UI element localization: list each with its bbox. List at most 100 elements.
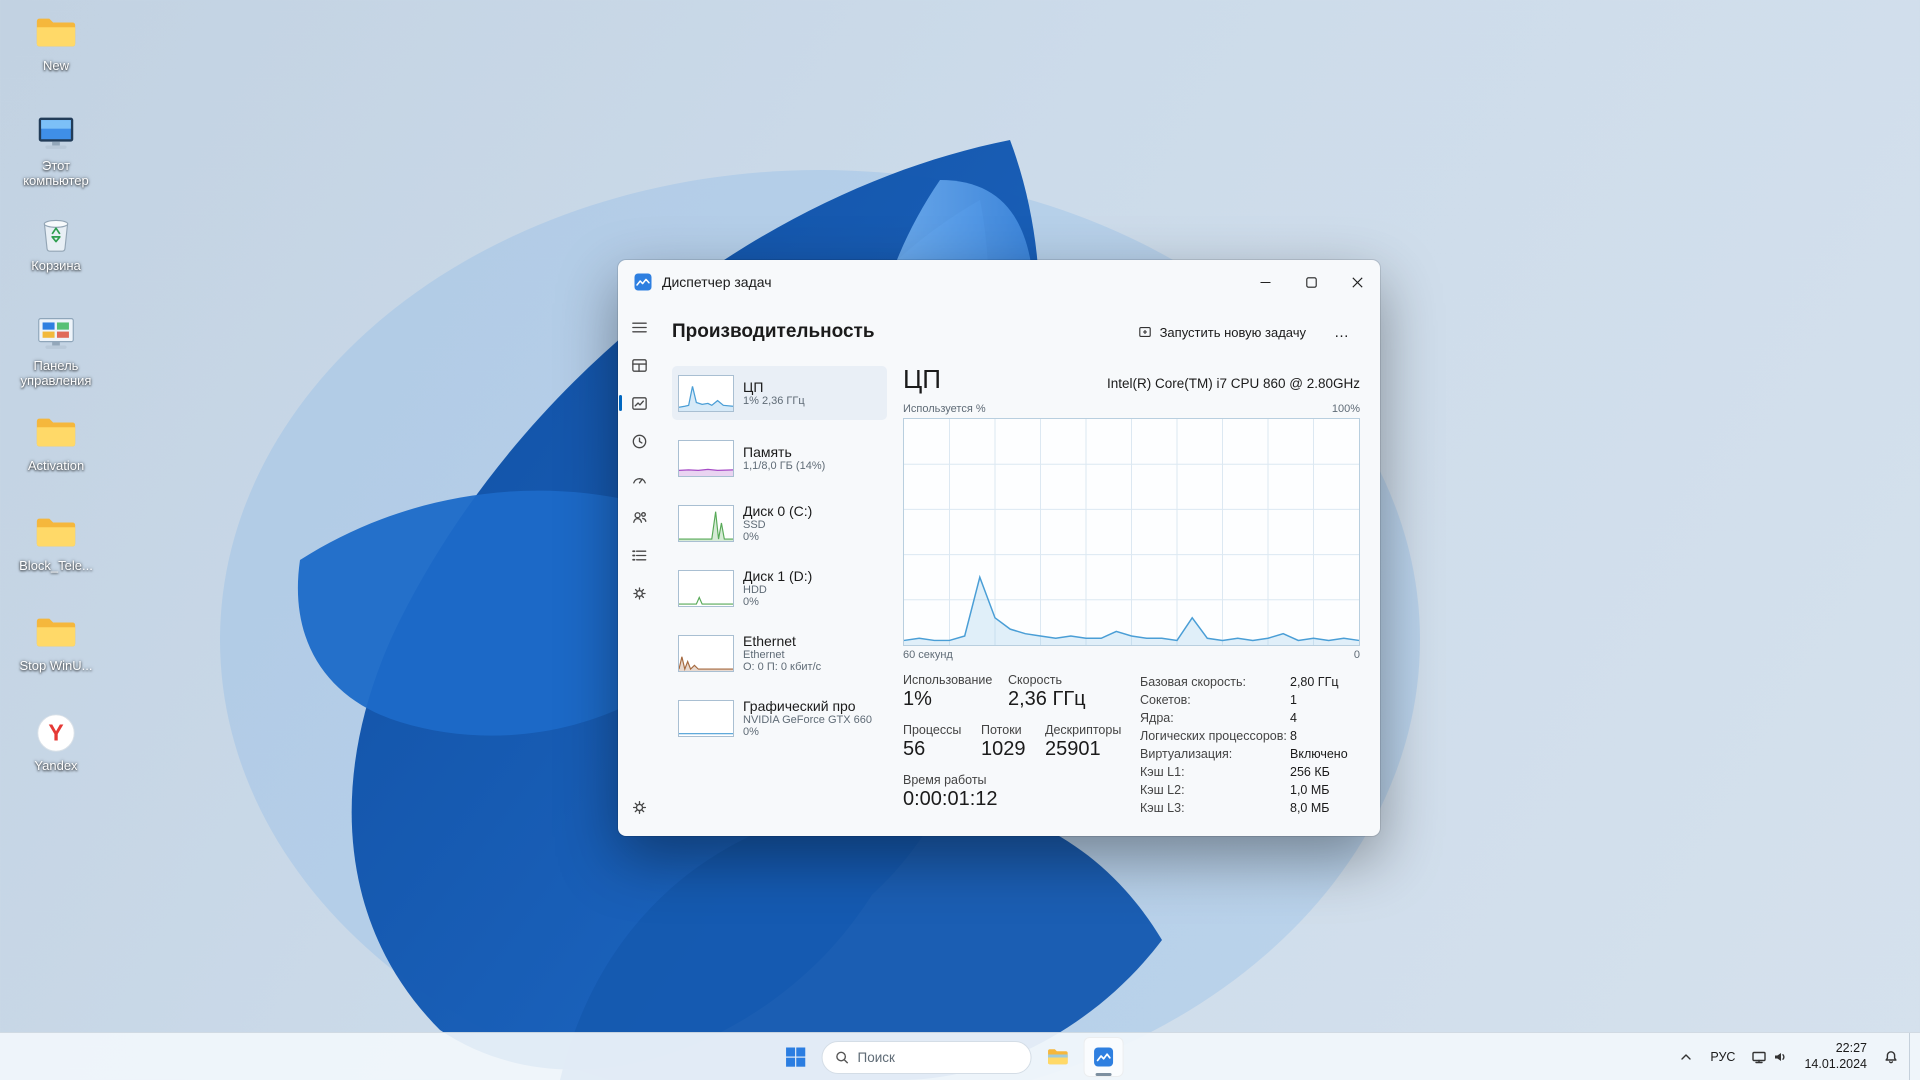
desktop-icon-this-pc[interactable]: Этот компьютер	[8, 110, 104, 196]
perf-item-disk0[interactable]: Диск 0 (C:) SSD 0%	[672, 496, 887, 550]
task-manager-icon	[1092, 1045, 1116, 1069]
maximize-icon	[1306, 277, 1317, 288]
chart-x-left-label: 60 секунд	[903, 649, 953, 661]
perf-item-cpu[interactable]: ЦП 1% 2,36 ГГц	[672, 366, 887, 420]
taskbar: РУС 22:27 14.01.2024	[0, 1032, 1920, 1080]
file-explorer-icon	[1046, 1045, 1070, 1069]
nav-performance[interactable]	[623, 387, 655, 419]
notification-center-button[interactable]	[1877, 1039, 1905, 1075]
chart-x-right-label: 0	[1354, 649, 1360, 661]
perf-item-sub: 1,1/8,0 ГБ (14%)	[743, 460, 825, 472]
desktop-icon-control-panel[interactable]: Панель управления	[8, 310, 104, 396]
close-button[interactable]	[1334, 260, 1380, 304]
perf-item-gpu[interactable]: Графический про NVIDIA GeForce GTX 660 0…	[672, 691, 887, 745]
network-volume-button[interactable]	[1745, 1039, 1794, 1075]
perf-item-sub2: О: 0 П: 0 кбит/с	[743, 661, 821, 673]
perf-item-name: Диск 1 (D:)	[743, 568, 812, 584]
detail-row: Кэш L3:8,0 МБ	[1140, 799, 1360, 817]
recycle-bin-icon	[33, 210, 79, 256]
search-icon	[835, 1050, 850, 1065]
nav-menu-button[interactable]	[623, 311, 655, 343]
tray-overflow-button[interactable]	[1672, 1039, 1700, 1075]
svg-text:Y: Y	[48, 720, 63, 746]
header-actions: Запустить новую задачу …	[1127, 318, 1360, 346]
performance-list: ЦП 1% 2,36 ГГц Память	[672, 360, 887, 836]
folder-icon	[33, 610, 79, 656]
nav-services[interactable]	[623, 577, 655, 609]
nav-startup-apps[interactable]	[623, 463, 655, 495]
desktop-icon-label: Block_Tele...	[19, 559, 93, 574]
content-area: Производительность Запустить новую задач…	[660, 304, 1380, 836]
desktop-icon-yandex[interactable]: Y Yandex	[8, 710, 104, 796]
processes-label: Процессы	[903, 723, 981, 737]
window-titlebar[interactable]: Диспетчер задач	[618, 260, 1380, 304]
minimize-button[interactable]	[1242, 260, 1288, 304]
run-new-task-button[interactable]: Запустить новую задачу	[1127, 318, 1316, 346]
desktop-icon-recycle-bin[interactable]: Корзина	[8, 210, 104, 296]
desktop-icon-new-folder[interactable]: New	[8, 10, 104, 96]
processes-value: 56	[903, 738, 981, 761]
chart-y-max-label: 100%	[1332, 403, 1360, 415]
nav-settings[interactable]	[623, 791, 655, 823]
detail-row: Сокетов:1	[1140, 691, 1360, 709]
clock[interactable]: 22:27 14.01.2024	[1798, 1041, 1873, 1072]
nav-details[interactable]	[623, 539, 655, 571]
perf-item-sub: Ethernet	[743, 649, 821, 661]
cpu-chart	[903, 418, 1360, 646]
folder-icon	[33, 510, 79, 556]
history-clock-icon	[630, 432, 649, 451]
more-options-button[interactable]: …	[1324, 320, 1360, 345]
services-gear-icon	[630, 584, 649, 603]
desktop-icon-label: Yandex	[34, 759, 77, 774]
chevron-up-icon	[1678, 1049, 1694, 1065]
detail-row: Логических процессоров:8	[1140, 727, 1360, 745]
search-input[interactable]	[858, 1050, 1035, 1065]
settings-gear-icon	[630, 798, 649, 817]
task-manager-window: Диспетчер задач	[618, 260, 1380, 836]
perf-item-name: ЦП	[743, 379, 805, 395]
handles-value: 25901	[1045, 738, 1136, 761]
nav-users[interactable]	[623, 501, 655, 533]
folder-icon	[33, 410, 79, 456]
desktop-icon-label: New	[43, 59, 69, 74]
perf-item-disk1[interactable]: Диск 1 (D:) HDD 0%	[672, 561, 887, 615]
taskbar-search[interactable]	[822, 1041, 1032, 1074]
show-desktop-button[interactable]	[1909, 1033, 1914, 1080]
users-icon	[630, 508, 649, 527]
start-button[interactable]	[776, 1037, 816, 1077]
file-explorer-button[interactable]	[1038, 1037, 1078, 1077]
perf-item-sub: 1% 2,36 ГГц	[743, 395, 805, 407]
task-manager-taskbar-button[interactable]	[1084, 1037, 1124, 1077]
perf-item-sub2: 0%	[743, 726, 872, 738]
uptime-value: 0:00:01:12	[903, 788, 1136, 811]
windows-logo-icon	[784, 1045, 808, 1069]
control-panel-icon	[33, 310, 79, 356]
page-header: Производительность Запустить новую задач…	[672, 304, 1360, 360]
desktop-icon-label: Корзина	[31, 259, 81, 274]
performance-icon	[630, 394, 649, 413]
window-body: Производительность Запустить новую задач…	[618, 304, 1380, 836]
nav-app-history[interactable]	[623, 425, 655, 457]
details-list-icon	[630, 546, 649, 565]
page-title: Производительность	[672, 321, 875, 343]
nav-processes[interactable]	[623, 349, 655, 381]
speed-value: 2,36 ГГц	[1008, 688, 1136, 711]
desktop-icon-activation[interactable]: Activation	[8, 410, 104, 496]
language-indicator[interactable]: РУС	[1704, 1050, 1741, 1064]
perf-item-memory[interactable]: Память 1,1/8,0 ГБ (14%)	[672, 431, 887, 485]
cpu-details-column: Базовая скорость:2,80 ГГц Сокетов:1 Ядра…	[1136, 673, 1360, 817]
caption-buttons	[1242, 260, 1380, 304]
perf-item-ethernet[interactable]: Ethernet Ethernet О: 0 П: 0 кбит/с	[672, 626, 887, 680]
desktop-icon-block-telemetry[interactable]: Block_Tele...	[8, 510, 104, 596]
perf-item-name: Диск 0 (C:)	[743, 503, 812, 519]
network-icon	[1751, 1049, 1767, 1065]
memory-mini-chart	[678, 440, 734, 477]
cpu-detail-pane: ЦП Intel(R) Core(TM) i7 CPU 860 @ 2.80GH…	[887, 360, 1360, 836]
maximize-button[interactable]	[1288, 260, 1334, 304]
desktop-icon-label: Этот компьютер	[10, 159, 102, 189]
task-manager-app-icon	[634, 273, 652, 291]
desktop-icon-stop-winupdate[interactable]: Stop WinU...	[8, 610, 104, 696]
processes-icon	[630, 356, 649, 375]
usage-label: Использование	[903, 673, 1008, 687]
cpu-model: Intel(R) Core(TM) i7 CPU 860 @ 2.80GHz	[1107, 376, 1360, 395]
